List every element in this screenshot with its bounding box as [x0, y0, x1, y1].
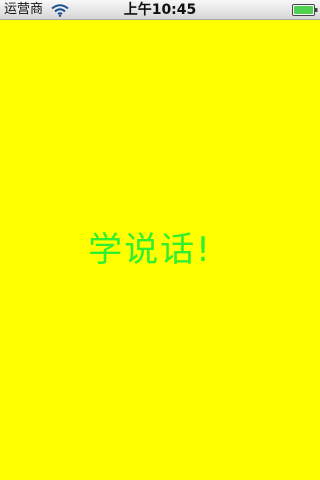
app-screen: 运营商 上午10:45 学说话! — [0, 0, 320, 480]
speech-message: 学说话! — [88, 230, 212, 270]
status-time: 上午10:45 — [123, 2, 197, 18]
status-bar: 运营商 上午10:45 — [0, 0, 320, 20]
battery-icon — [292, 4, 318, 16]
